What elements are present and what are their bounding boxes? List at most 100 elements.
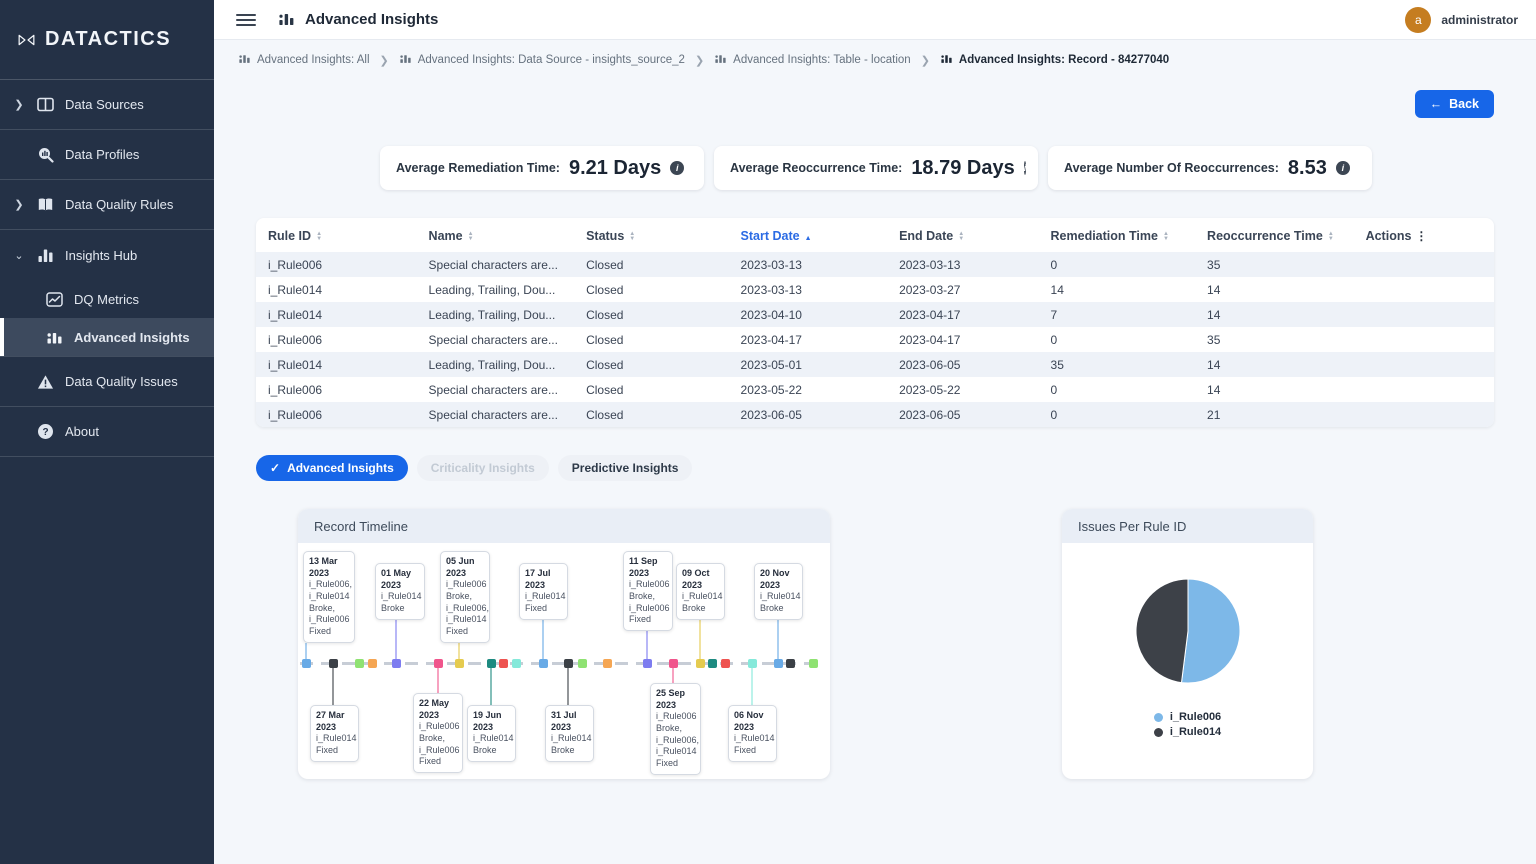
breadcrumb-item[interactable]: Advanced Insights: Table - location [714, 53, 911, 67]
sidebar-item-data-quality-issues[interactable]: Data Quality Issues [0, 357, 214, 407]
sidebar-item-insights-hub[interactable]: ⌄Insights Hub [0, 230, 214, 280]
back-button[interactable]: ← Back [1415, 90, 1494, 118]
timeline-marker[interactable] [355, 659, 364, 668]
timeline-event-bottom[interactable]: 31 Jul 2023i_Rule014 Broke [545, 705, 594, 762]
issues-pie-chart: i_Rule006 i_Rule014 [1062, 543, 1313, 779]
sort-asc-icon: ▲ [805, 235, 812, 242]
timeline-marker[interactable] [708, 659, 717, 668]
legend-item[interactable]: i_Rule006 [1154, 711, 1221, 723]
info-icon[interactable]: i [1336, 161, 1350, 175]
table-cell: 2023-04-10 [729, 302, 888, 327]
timeline-marker[interactable] [603, 659, 612, 668]
legend-dot [1154, 728, 1163, 737]
breadcrumb-item[interactable]: Advanced Insights: Data Source - insight… [399, 53, 685, 67]
timeline-event-date: 06 Nov 2023 [734, 710, 771, 733]
table-row[interactable]: i_Rule006Special characters are...Closed… [256, 252, 1494, 277]
table-row[interactable]: i_Rule014Leading, Trailing, Dou...Closed… [256, 277, 1494, 302]
column-header-label: Status [586, 229, 624, 243]
table-cell: 2023-03-13 [887, 252, 1038, 277]
timeline-event-top[interactable]: 17 Jul 2023i_Rule014 Fixed [519, 563, 568, 620]
column-header-reoccurrence-time[interactable]: Reoccurrence Time▲▼ [1195, 218, 1354, 252]
timeline-event-description: i_Rule014 Broke [551, 733, 592, 755]
column-header-rule-id[interactable]: Rule ID▲▼ [256, 218, 417, 252]
info-icon[interactable]: i [1024, 161, 1027, 175]
table-row[interactable]: i_Rule006Special characters are...Closed… [256, 327, 1494, 352]
stat-label: Average Remediation Time: [396, 161, 560, 175]
table-cell: 0 [1039, 377, 1196, 402]
column-header-actions[interactable]: Actions⋮ [1354, 218, 1494, 252]
timeline-event-bottom[interactable]: 22 May 2023i_Rule006 Broke, i_Rule006 Fi… [413, 693, 463, 773]
timeline-marker[interactable] [786, 659, 795, 668]
table-row[interactable]: i_Rule014Leading, Trailing, Dou...Closed… [256, 352, 1494, 377]
column-menu-icon[interactable]: ⋮ [1415, 229, 1427, 243]
stat-label: Average Reoccurrence Time: [730, 161, 902, 175]
chevron-right-icon: ❯ [12, 198, 26, 211]
stat-value: 9.21 Days [569, 157, 661, 180]
timeline-marker[interactable] [368, 659, 377, 668]
timeline-event-bottom[interactable]: 06 Nov 2023i_Rule014 Fixed [728, 705, 777, 762]
advanced-insights-icon [714, 53, 727, 67]
legend-label: i_Rule014 [1170, 726, 1221, 738]
stat-card: Average Number Of Reoccurrences:8.53i [1048, 146, 1372, 190]
tab-advanced-insights[interactable]: ✓Advanced Insights [256, 455, 408, 481]
sidebar-item-label: Insights Hub [65, 248, 137, 263]
warning-icon [37, 373, 54, 390]
pie-slice-i_Rule014[interactable] [1135, 579, 1187, 683]
breadcrumb-item[interactable]: Advanced Insights: All [238, 53, 370, 67]
pie-slice-i_Rule006[interactable] [1181, 579, 1240, 683]
timeline-marker[interactable] [512, 659, 521, 668]
table-row[interactable]: i_Rule006Special characters are...Closed… [256, 402, 1494, 427]
line-chart-icon [46, 291, 63, 308]
timeline-event-bottom[interactable]: 25 Sep 2023i_Rule006 Broke, i_Rule006, i… [650, 683, 701, 775]
timeline-marker[interactable] [499, 659, 508, 668]
column-header-remediation-time[interactable]: Remediation Time▲▼ [1039, 218, 1196, 252]
sidebar-item-advanced-insights[interactable]: Advanced Insights [0, 318, 214, 356]
app-logo[interactable]: DATACTICS [0, 0, 214, 80]
legend-item[interactable]: i_Rule014 [1154, 726, 1221, 738]
table-row[interactable]: i_Rule006Special characters are...Closed… [256, 377, 1494, 402]
column-header-status[interactable]: Status▲▼ [574, 218, 728, 252]
timeline-event-top[interactable]: 11 Sep 2023i_Rule006 Broke, i_Rule006 Fi… [623, 551, 673, 631]
timeline-event-top[interactable]: 20 Nov 2023i_Rule014 Broke [754, 563, 803, 620]
app-root: DATACTICS ❯Data SourcesData Profiles❯Dat… [0, 0, 1536, 864]
column-header-end-date[interactable]: End Date▲▼ [887, 218, 1038, 252]
timeline-connector [490, 665, 492, 705]
tab-predictive-insights[interactable]: Predictive Insights [558, 455, 693, 481]
timeline-event-description: i_Rule014 Fixed [525, 591, 566, 613]
table-cell: Leading, Trailing, Dou... [417, 277, 575, 302]
timeline-event-date: 20 Nov 2023 [760, 568, 797, 591]
sidebar-item-about[interactable]: ?About [0, 407, 214, 457]
timeline-marker[interactable] [721, 659, 730, 668]
sidebar-item-dq-metrics[interactable]: DQ Metrics [0, 280, 214, 318]
sidebar-item-data-sources[interactable]: ❯Data Sources [0, 80, 214, 130]
timeline-event-top[interactable]: 05 Jun 2023i_Rule006 Broke, i_Rule006, i… [440, 551, 490, 643]
sidebar-item-data-quality-rules[interactable]: ❯Data Quality Rules [0, 180, 214, 230]
timeline-event-top[interactable]: 01 May 2023i_Rule014 Broke [375, 563, 425, 620]
user-menu[interactable]: a administrator [1405, 7, 1518, 33]
table-cell-actions [1354, 402, 1494, 427]
hamburger-menu-icon[interactable] [236, 14, 256, 26]
timeline-event-description: i_Rule014 Fixed [734, 733, 775, 755]
timeline-marker[interactable] [578, 659, 587, 668]
stat-card: Average Remediation Time: 9.21 Days i [380, 146, 704, 190]
rules-table: Rule ID▲▼Name▲▼Status▲▼Start Date▲End Da… [256, 218, 1494, 427]
timeline-event-bottom[interactable]: 27 Mar 2023i_Rule014 Fixed [310, 705, 359, 762]
profile-search-icon [37, 146, 54, 163]
timeline-event-top[interactable]: 09 Oct 2023i_Rule014 Broke [676, 563, 725, 620]
columns-icon [37, 96, 54, 113]
table-cell-actions [1354, 302, 1494, 327]
sidebar-subitem-label: DQ Metrics [74, 292, 139, 307]
info-icon[interactable]: i [670, 161, 684, 175]
table-cell: i_Rule014 [256, 277, 417, 302]
breadcrumb-item[interactable]: Advanced Insights: Record - 84277040 [940, 53, 1169, 67]
timeline-marker[interactable] [809, 659, 818, 668]
sidebar-item-data-profiles[interactable]: Data Profiles [0, 130, 214, 180]
column-header-start-date[interactable]: Start Date▲ [729, 218, 888, 252]
column-header-name[interactable]: Name▲▼ [417, 218, 575, 252]
timeline-connector [567, 665, 569, 705]
table-row[interactable]: i_Rule014Leading, Trailing, Dou...Closed… [256, 302, 1494, 327]
chevron-right-icon: ❯ [921, 54, 930, 67]
timeline-event-top[interactable]: 13 Mar 2023i_Rule006, i_Rule014 Broke, i… [303, 551, 355, 643]
avatar: a [1405, 7, 1431, 33]
timeline-event-bottom[interactable]: 19 Jun 2023i_Rule014 Broke [467, 705, 516, 762]
